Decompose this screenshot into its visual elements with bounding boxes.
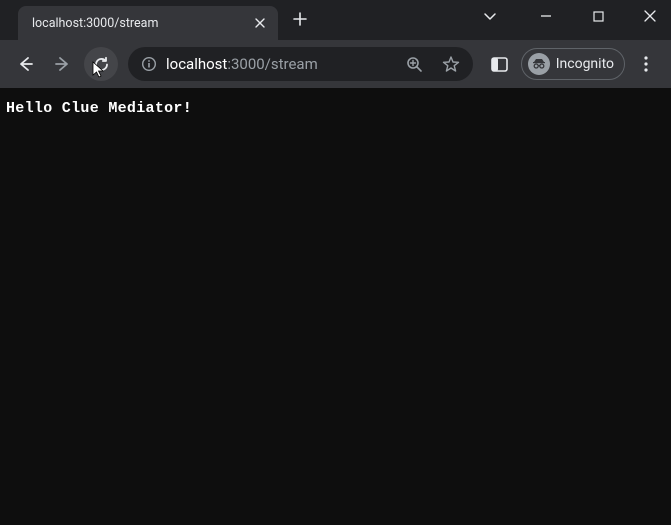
chevron-down-icon [483,9,497,23]
forward-button[interactable] [46,47,80,81]
browser-tab[interactable]: localhost:3000/stream [18,6,278,40]
reading-list-button[interactable] [483,47,517,81]
plus-icon [293,12,307,26]
arrow-left-icon [16,55,34,73]
incognito-label: Incognito [556,56,614,72]
dots-vertical-icon [644,56,648,72]
address-bar[interactable]: localhost:3000/stream [128,47,473,81]
incognito-badge[interactable]: Incognito [521,48,625,80]
reload-icon [93,56,110,73]
zoom-button[interactable] [401,50,429,78]
zoom-icon [406,56,423,73]
maximize-button[interactable] [583,1,613,31]
url-text: localhost:3000/stream [166,55,393,73]
bookmark-button[interactable] [437,50,465,78]
star-icon [442,55,460,73]
toolbar: localhost:3000/stream Incognito [0,40,671,88]
tab-search-button[interactable] [475,1,505,31]
back-button[interactable] [8,47,42,81]
window-controls [475,0,665,32]
close-window-button[interactable] [635,1,665,31]
page-content: Hello Clue Mediator! [0,88,671,525]
close-tab-button[interactable] [252,15,268,31]
panel-icon [491,57,508,72]
info-icon [141,56,157,72]
minimize-button[interactable] [531,1,561,31]
page-body-text: Hello Clue Mediator! [6,100,192,117]
titlebar: localhost:3000/stream [0,0,671,40]
url-host: localhost [166,55,227,73]
site-info-button[interactable] [140,55,158,73]
maximize-icon [593,11,604,22]
reload-button[interactable] [84,47,118,81]
close-icon [644,10,656,22]
minimize-icon [540,10,552,22]
menu-button[interactable] [629,47,663,81]
close-icon [255,18,265,28]
new-tab-button[interactable] [286,5,314,33]
arrow-right-icon [54,55,72,73]
incognito-icon [528,53,550,75]
tab-title: localhost:3000/stream [32,16,252,31]
url-path: :3000/stream [227,55,317,73]
